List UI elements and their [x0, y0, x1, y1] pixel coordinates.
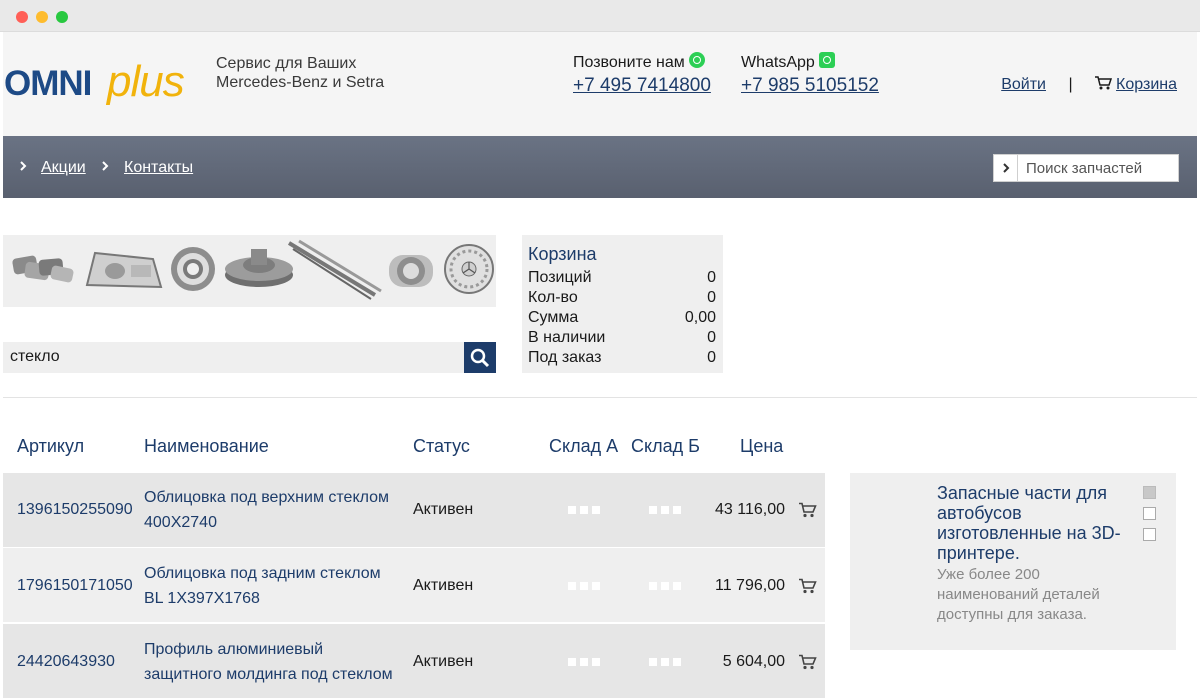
whatsapp-label: WhatsApp [741, 54, 815, 71]
product-name-link[interactable]: Облицовка под верхним стеклом 400X2740 [144, 485, 406, 535]
price-text: 11 796,00 [715, 577, 785, 594]
article-link[interactable]: 1396150255090 [17, 501, 133, 519]
site-tagline: Сервис для Ваших Mercedes-Benz и Setra [216, 55, 385, 91]
parts-search-input[interactable]: Поиск запчастей [993, 154, 1179, 182]
article-link[interactable]: 24420643930 [17, 653, 115, 671]
column-header-article[interactable]: Артикул [17, 436, 84, 457]
account-links: Войти | Корзина [1001, 76, 1177, 94]
chevron-right-icon [102, 161, 109, 171]
cart-summary-title: Корзина [528, 244, 597, 264]
stock-a-indicator [568, 582, 602, 590]
column-header-status[interactable]: Статус [413, 436, 470, 457]
minimize-window-button[interactable] [36, 11, 48, 23]
whatsapp-number-link[interactable]: +7 985 5105152 [741, 75, 879, 97]
parts-category-strip [3, 235, 496, 307]
cart-summary-row: Сумма 0,00 [528, 309, 716, 326]
stock-b-indicator [649, 658, 683, 666]
cylinder-part-icon[interactable] [389, 255, 433, 287]
table-row: 24420643930 Профиль алюминиевый защитног… [3, 624, 825, 698]
promo-description: Уже более 200 наименований деталей досту… [937, 566, 1100, 623]
stock-a-indicator [568, 506, 602, 514]
whatsapp-icon [818, 52, 835, 68]
product-name-link[interactable]: Профиль алюминиевый защитного молдинга п… [144, 637, 406, 687]
page: OMNI plus Сервис для Ваших Mercedes-Benz… [3, 32, 1197, 700]
promo-title: Запасные части для автобусов изготовленн… [937, 483, 1121, 563]
section-divider [3, 397, 1197, 398]
cart-link[interactable]: Корзина [1116, 76, 1177, 93]
cart-summary-row: Под заказ 0 [528, 349, 716, 366]
main-search-input[interactable]: стекло [3, 342, 496, 373]
article-link[interactable]: 1796150171050 [17, 577, 133, 595]
parts-images [12, 239, 494, 300]
maximize-window-button[interactable] [56, 11, 68, 23]
bearing-icon[interactable] [171, 247, 215, 291]
status-text: Активен [413, 501, 474, 518]
promo-slide-indicator[interactable] [1143, 507, 1156, 520]
column-header-stock-a[interactable]: Склад А [549, 436, 618, 457]
status-text: Активен [413, 577, 474, 594]
product-name-link[interactable]: Облицовка под задним стеклом BL 1X397X17… [144, 561, 406, 611]
phone-number-link[interactable]: +7 495 7414800 [573, 75, 711, 97]
column-header-name[interactable]: Наименование [144, 436, 269, 457]
column-header-price[interactable]: Цена [740, 436, 783, 457]
brake-disc-icon[interactable] [225, 249, 293, 287]
wheel-cap-icon[interactable] [444, 244, 494, 294]
add-to-cart-icon[interactable] [799, 654, 817, 670]
stock-b-indicator [649, 506, 683, 514]
column-header-stock-b[interactable]: Склад Б [631, 436, 700, 457]
phone-contact: Позвоните нам +7 495 7414800 [573, 52, 711, 97]
cart-summary-row: В наличии 0 [528, 329, 716, 346]
headlight-icon[interactable] [85, 251, 163, 289]
price-text: 43 116,00 [715, 501, 785, 518]
nav-item-contacts[interactable]: Контакты [124, 159, 193, 177]
whatsapp-icon [688, 52, 705, 68]
search-icon [470, 348, 490, 368]
stock-b-indicator [649, 582, 683, 590]
chevron-right-icon [1003, 163, 1010, 173]
chevron-right-icon [20, 161, 27, 171]
status-text: Активен [413, 653, 474, 670]
browser-chrome [0, 0, 1200, 32]
main-navbar: Акции Контакты Поиск запчастей [3, 136, 1197, 198]
login-link[interactable]: Войти [1001, 76, 1046, 93]
close-window-button[interactable] [16, 11, 28, 23]
whatsapp-contact: WhatsApp +7 985 5105152 [741, 52, 879, 97]
stock-a-indicator [568, 658, 602, 666]
promo-slide-indicator[interactable] [1143, 528, 1156, 541]
table-row: 1796150171050 Облицовка под задним стекл… [3, 548, 825, 622]
wiper-blade-icon[interactable] [287, 239, 382, 300]
add-to-cart-icon[interactable] [799, 502, 817, 518]
cart-summary-row: Позиций 0 [528, 269, 716, 286]
search-value: стекло [10, 348, 60, 365]
add-to-cart-icon[interactable] [799, 578, 817, 594]
table-row: 1396150255090 Облицовка под верхним стек… [3, 473, 825, 547]
cart-icon [1095, 76, 1113, 90]
site-header: OMNI plus Сервис для Ваших Mercedes-Benz… [3, 32, 1197, 136]
search-submit-button[interactable] [994, 155, 1018, 181]
promo-banner[interactable]: Запасные части для автобусов изготовленн… [850, 473, 1176, 650]
links-separator: | [1068, 76, 1073, 93]
nav-item-promotions[interactable]: Акции [41, 159, 86, 177]
phone-label: Позвоните нам [573, 54, 685, 71]
cart-summary-row: Кол-во 0 [528, 289, 716, 306]
promo-slide-indicator[interactable] [1143, 486, 1156, 499]
price-text: 5 604,00 [722, 653, 785, 670]
search-placeholder: Поиск запчастей [1026, 160, 1143, 177]
search-button[interactable] [464, 342, 496, 373]
cart-summary: Корзина Позиций 0 Кол-во 0 Сумма 0,00 В нал… [522, 235, 723, 373]
brake-pads-icon[interactable] [12, 255, 74, 283]
